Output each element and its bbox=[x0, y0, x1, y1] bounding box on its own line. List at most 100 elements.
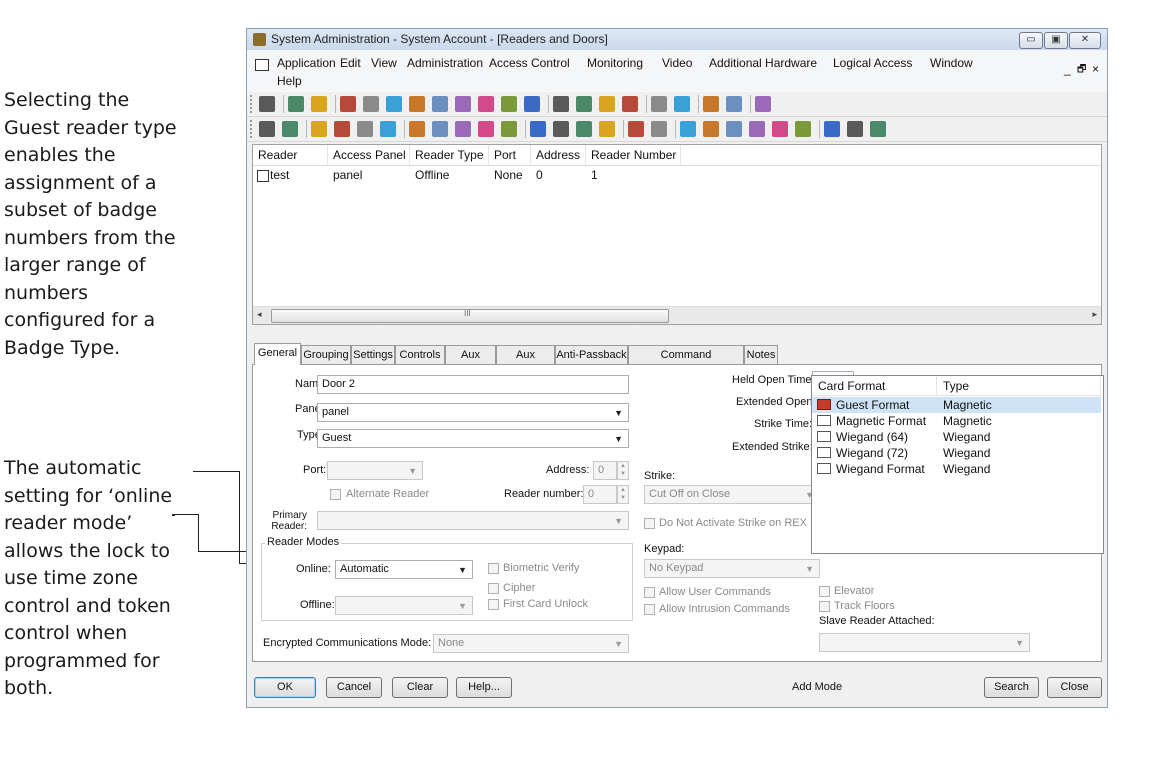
tab-aux-inputs[interactable]: Aux Inputs bbox=[445, 345, 496, 380]
strike-dropdown[interactable]: Cut Off on Close ▼ bbox=[644, 485, 820, 504]
alternate-reader-checkbox[interactable] bbox=[330, 489, 341, 500]
network-icon[interactable] bbox=[824, 121, 840, 137]
minimize-button[interactable]: ▭ bbox=[1019, 32, 1043, 49]
cancel-button[interactable]: Cancel bbox=[326, 677, 382, 698]
group-icon[interactable] bbox=[553, 96, 569, 112]
scroll-right-icon[interactable]: ▸ bbox=[1092, 309, 1097, 320]
help-button[interactable]: Help... bbox=[456, 677, 512, 698]
help-icon[interactable] bbox=[340, 96, 356, 112]
biometric-verify-checkbox[interactable] bbox=[488, 563, 499, 574]
no-strike-on-rex-checkbox[interactable] bbox=[644, 518, 655, 529]
menu-view[interactable]: View bbox=[371, 56, 397, 70]
allow-user-commands-checkbox[interactable] bbox=[644, 587, 655, 598]
column-port[interactable]: Port bbox=[489, 145, 531, 165]
tab-grouping[interactable]: Grouping bbox=[301, 345, 351, 364]
tab-controls[interactable]: Controls bbox=[395, 345, 445, 364]
mdi-close-button[interactable]: × bbox=[1092, 62, 1099, 76]
fire-icon[interactable] bbox=[680, 121, 696, 137]
horizontal-scrollbar[interactable]: ◂ III ▸ bbox=[253, 306, 1101, 324]
table-row[interactable]: Guest Format Magnetic bbox=[812, 397, 1101, 413]
table-row[interactable]: Wiegand (64) Wiegand bbox=[812, 429, 1101, 445]
tab-aux-outputs[interactable]: Aux Outputs bbox=[496, 345, 555, 380]
encrypted-communications-dropdown[interactable]: None ▼ bbox=[433, 634, 629, 653]
cipher-checkbox[interactable] bbox=[488, 583, 499, 594]
relay-icon[interactable] bbox=[530, 121, 546, 137]
menu-additional-hardware[interactable]: Additional Hardware bbox=[709, 56, 817, 70]
server-icon[interactable] bbox=[622, 96, 638, 112]
tab-anti-passback[interactable]: Anti-Passback bbox=[555, 345, 628, 364]
tree-icon[interactable] bbox=[259, 121, 275, 137]
name-field[interactable]: Door 2 bbox=[317, 375, 629, 394]
primary-reader-dropdown[interactable]: ▼ bbox=[317, 511, 629, 530]
warning-icon[interactable] bbox=[553, 121, 569, 137]
mdi-minimize-button[interactable]: _ bbox=[1064, 62, 1071, 76]
print-icon[interactable] bbox=[311, 96, 327, 112]
column-reader-number[interactable]: Reader Number bbox=[586, 145, 681, 165]
target-icon[interactable] bbox=[772, 121, 788, 137]
people-icon[interactable] bbox=[599, 121, 615, 137]
scroll-thumb[interactable]: III bbox=[271, 309, 669, 323]
ok-button[interactable]: OK bbox=[254, 677, 316, 698]
menu-monitoring[interactable]: Monitoring bbox=[587, 56, 643, 70]
device-icon[interactable] bbox=[432, 121, 448, 137]
address-field[interactable]: 0 bbox=[593, 461, 617, 480]
tiles-icon[interactable] bbox=[259, 96, 275, 112]
monitor-icon[interactable] bbox=[674, 96, 690, 112]
column-type[interactable]: Type bbox=[937, 376, 1101, 396]
table-row[interactable]: Magnetic Format Magnetic bbox=[812, 413, 1101, 429]
port-dropdown[interactable]: ▼ bbox=[327, 461, 423, 480]
link-icon[interactable] bbox=[755, 96, 771, 112]
keypad-dropdown[interactable]: No Keypad ▼ bbox=[644, 559, 820, 578]
tab-settings[interactable]: Settings bbox=[351, 345, 395, 364]
network-icon[interactable] bbox=[576, 96, 592, 112]
menu-administration[interactable]: Administration bbox=[407, 56, 483, 70]
hand-icon[interactable] bbox=[726, 96, 742, 112]
person-add-icon[interactable] bbox=[726, 121, 742, 137]
rectangle-icon[interactable] bbox=[651, 96, 667, 112]
panel-dropdown[interactable]: panel ▼ bbox=[317, 403, 629, 422]
column-reader-type[interactable]: Reader Type bbox=[410, 145, 489, 165]
badge-icon[interactable] bbox=[363, 96, 379, 112]
building-icon[interactable] bbox=[576, 121, 592, 137]
key-icon[interactable] bbox=[599, 96, 615, 112]
document-icon[interactable] bbox=[432, 96, 448, 112]
users-icon[interactable] bbox=[501, 96, 517, 112]
folder-icon[interactable] bbox=[795, 121, 811, 137]
record-icon[interactable] bbox=[357, 121, 373, 137]
menu-access-control[interactable]: Access Control bbox=[489, 56, 570, 70]
type-dropdown[interactable]: Guest ▼ bbox=[317, 429, 629, 448]
column-card-format[interactable]: Card Format bbox=[812, 376, 937, 396]
menu-application[interactable]: Application bbox=[277, 56, 336, 70]
allow-intrusion-commands-checkbox[interactable] bbox=[644, 604, 655, 615]
close-button[interactable]: Close bbox=[1047, 677, 1102, 698]
slave-reader-dropdown[interactable]: ▼ bbox=[819, 633, 1030, 652]
reader-number-field[interactable]: 0 bbox=[583, 485, 617, 504]
grid-icon[interactable] bbox=[311, 121, 327, 137]
alarm-icon[interactable] bbox=[409, 96, 425, 112]
scroll-left-icon[interactable]: ◂ bbox=[257, 309, 262, 320]
drive-icon[interactable] bbox=[409, 121, 425, 137]
first-card-unlock-checkbox[interactable] bbox=[488, 599, 499, 610]
door-icon[interactable] bbox=[651, 121, 667, 137]
gear-icon[interactable] bbox=[455, 121, 471, 137]
display-icon[interactable] bbox=[703, 121, 719, 137]
shape-icon[interactable] bbox=[380, 121, 396, 137]
menu-help[interactable]: Help bbox=[277, 74, 302, 88]
tab-general[interactable]: General bbox=[254, 343, 301, 365]
clock-icon[interactable] bbox=[703, 96, 719, 112]
tab-notes[interactable]: Notes bbox=[744, 345, 778, 364]
print-preview-icon[interactable] bbox=[288, 96, 304, 112]
link-icon[interactable] bbox=[870, 121, 886, 137]
track-floors-checkbox[interactable] bbox=[819, 601, 830, 612]
reader-icon[interactable] bbox=[478, 96, 494, 112]
transfer-icon[interactable] bbox=[847, 121, 863, 137]
table-row[interactable]: Wiegand Format Wiegand bbox=[812, 461, 1101, 477]
menu-video[interactable]: Video bbox=[662, 56, 692, 70]
tools-icon[interactable] bbox=[282, 121, 298, 137]
access-icon[interactable] bbox=[386, 96, 402, 112]
panel-icon[interactable] bbox=[749, 121, 765, 137]
offline-mode-dropdown[interactable]: ▼ bbox=[335, 596, 473, 615]
reader-number-spinner[interactable]: ▲ ▼ bbox=[617, 485, 629, 504]
column-access-panel[interactable]: Access Panel bbox=[328, 145, 410, 165]
close-window-button[interactable]: ✕ bbox=[1069, 32, 1101, 49]
